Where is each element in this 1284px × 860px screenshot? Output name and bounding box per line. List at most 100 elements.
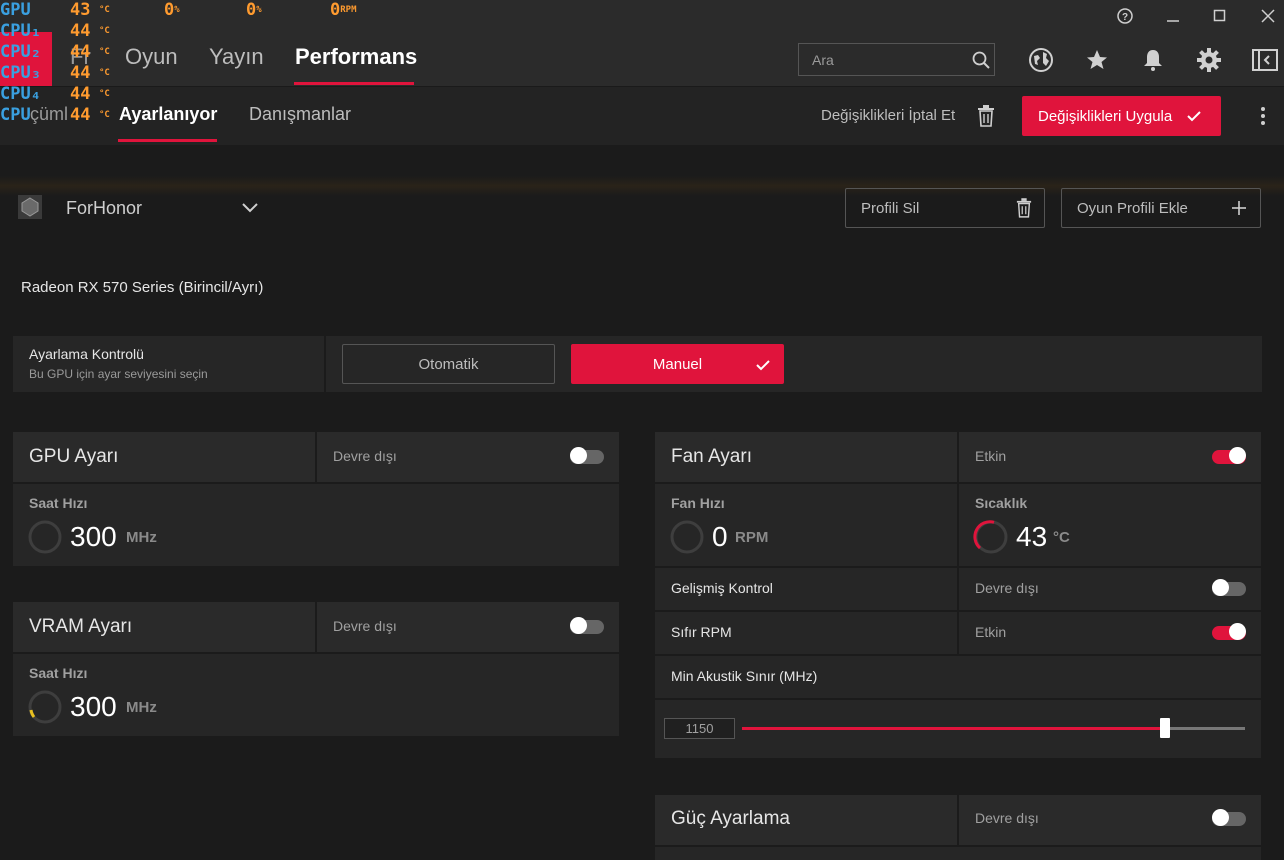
active-subtab-indicator bbox=[118, 139, 217, 142]
search-icon[interactable] bbox=[972, 51, 990, 69]
active-tab-indicator bbox=[294, 82, 414, 85]
temperature-unit: °C bbox=[1053, 529, 1070, 546]
osd-row-label: CPU₁ bbox=[0, 21, 41, 41]
osd-row-value: 44 bbox=[70, 63, 91, 83]
fan-tuning-toggle[interactable] bbox=[1212, 447, 1246, 464]
vram-tuning-state: Devre dışı bbox=[333, 618, 397, 634]
tab-streaming[interactable]: Yayın bbox=[209, 44, 264, 70]
osd-row-value: 44 bbox=[70, 21, 91, 41]
osd-row-unit: °C bbox=[99, 26, 110, 36]
divider bbox=[13, 652, 619, 654]
gpu-clock-label: Saat Hızı bbox=[29, 495, 88, 511]
osd-row-unit: °C bbox=[99, 47, 110, 57]
favorites-star-icon[interactable] bbox=[1081, 44, 1113, 76]
manual-button[interactable]: Manuel bbox=[571, 344, 784, 384]
manual-label: Manuel bbox=[652, 355, 703, 373]
profile-select-value[interactable]: ForHonor bbox=[66, 198, 142, 219]
min-acoustic-limit-slider-fill bbox=[742, 727, 1165, 730]
help-icon[interactable]: ? bbox=[1111, 2, 1139, 30]
gpu-clock-value: 300 bbox=[70, 521, 117, 552]
gpu-clock-gauge-icon bbox=[27, 519, 63, 560]
divider bbox=[315, 432, 317, 482]
divider bbox=[655, 610, 1261, 612]
osd-row-label: CPU₄ bbox=[0, 84, 41, 104]
osd-row-unit: °C bbox=[99, 5, 110, 15]
svg-text:?: ? bbox=[1122, 12, 1128, 23]
minimize-icon[interactable] bbox=[1159, 2, 1187, 30]
power-tuning-toggle[interactable] bbox=[1212, 809, 1246, 826]
more-options-icon[interactable] bbox=[1259, 106, 1267, 131]
automatic-button[interactable]: Otomatik bbox=[342, 344, 555, 384]
gpu-name: Radeon RX 570 Series (Birincil/Ayrı) bbox=[21, 279, 264, 296]
discard-changes-button[interactable]: Değişiklikleri İptal Et bbox=[821, 107, 955, 124]
gpu-tuning-title: GPU Ayarı bbox=[29, 446, 119, 467]
advanced-control-toggle[interactable] bbox=[1212, 579, 1246, 596]
fan-speed-value: 0 bbox=[712, 521, 728, 552]
search-input[interactable] bbox=[799, 50, 964, 69]
fan-tuning-title: Fan Ayarı bbox=[671, 446, 752, 467]
min-acoustic-limit-input[interactable]: 1150 bbox=[664, 718, 735, 739]
fan-speed-unit: RPM bbox=[735, 529, 769, 546]
divider bbox=[324, 336, 326, 392]
trash-icon bbox=[1016, 198, 1032, 222]
zero-rpm-state: Etkin bbox=[975, 624, 1007, 640]
osd-extra-1: 0% bbox=[164, 0, 180, 20]
osd-row-label: CPU bbox=[0, 105, 31, 125]
subtab-tuning[interactable]: Ayarlanıyor bbox=[119, 104, 217, 125]
vram-clock-label: Saat Hızı bbox=[29, 665, 88, 681]
divider bbox=[655, 566, 1261, 568]
gpu-clock-unit: MHz bbox=[126, 529, 157, 546]
tab-game[interactable]: Oyun bbox=[125, 44, 178, 70]
osd-row-unit: °C bbox=[99, 110, 110, 120]
power-tuning-title: Güç Ayarlama bbox=[671, 808, 790, 829]
divider bbox=[957, 432, 959, 654]
min-acoustic-limit-slider-thumb[interactable] bbox=[1159, 718, 1170, 738]
discard-trash-icon[interactable] bbox=[977, 105, 995, 132]
osd-row-unit: °C bbox=[99, 68, 110, 78]
osd-row: GPU 43 °C bbox=[0, 0, 120, 21]
add-game-profile-button[interactable]: Oyun Profili Ekle bbox=[1061, 188, 1261, 228]
delete-profile-button[interactable]: Profili Sil bbox=[845, 188, 1045, 228]
osd-row-label: GPU bbox=[0, 0, 31, 20]
temperature-gauge-icon bbox=[973, 519, 1009, 560]
zero-rpm-toggle[interactable] bbox=[1212, 623, 1246, 640]
maximize-icon[interactable] bbox=[1206, 2, 1234, 30]
sidebar-toggle-icon[interactable] bbox=[1249, 44, 1281, 76]
divider bbox=[655, 845, 1261, 847]
close-icon[interactable] bbox=[1254, 2, 1282, 30]
apply-changes-button[interactable]: Değişiklikleri Uygula bbox=[1022, 96, 1221, 136]
osd-row-value: 44 bbox=[70, 84, 91, 104]
osd-row: CPU 44 °C bbox=[0, 105, 120, 126]
tuning-control-title: Ayarlama Kontrolü bbox=[29, 346, 144, 362]
fan-speed-gauge-icon bbox=[669, 519, 705, 560]
zero-rpm-label: Sıfır RPM bbox=[671, 624, 732, 640]
vram-tuning-toggle[interactable] bbox=[570, 617, 604, 634]
osd-row: CPU₂ 44 °C bbox=[0, 42, 120, 63]
divider bbox=[655, 482, 1261, 484]
min-acoustic-limit-label: Min Akustik Sınır (MHz) bbox=[671, 668, 818, 684]
vram-clock-unit: MHz bbox=[126, 699, 157, 716]
vram-tuning-title: VRAM Ayarı bbox=[29, 616, 133, 637]
osd-row-unit: °C bbox=[99, 89, 110, 99]
temperature-label: Sıcaklık bbox=[975, 495, 1028, 511]
check-icon bbox=[1187, 109, 1201, 126]
notifications-bell-icon[interactable] bbox=[1137, 44, 1169, 76]
osd-row-label: CPU₃ bbox=[0, 63, 41, 83]
check-icon bbox=[756, 358, 770, 375]
temperature-value: 43 bbox=[1016, 521, 1048, 552]
osd-row-value: 44 bbox=[70, 42, 91, 62]
min-acoustic-limit-slider-track[interactable] bbox=[742, 718, 1245, 738]
search-box[interactable] bbox=[798, 43, 995, 76]
delete-profile-label: Profili Sil bbox=[861, 199, 920, 217]
osd-row: CPU₃ 44 °C bbox=[0, 63, 120, 84]
settings-gear-icon[interactable] bbox=[1193, 44, 1225, 76]
divider bbox=[13, 482, 619, 484]
globe-icon[interactable] bbox=[1025, 44, 1057, 76]
chevron-down-icon[interactable] bbox=[242, 200, 258, 218]
advanced-control-state: Devre dışı bbox=[975, 580, 1039, 596]
osd-row-value: 44 bbox=[70, 105, 91, 125]
tab-performance[interactable]: Performans bbox=[295, 44, 417, 70]
subtab-advisors[interactable]: Danışmanlar bbox=[249, 104, 351, 125]
tuning-control-subtitle: Bu GPU için ayar seviyesini seçin bbox=[29, 367, 208, 381]
gpu-tuning-toggle[interactable] bbox=[570, 447, 604, 464]
